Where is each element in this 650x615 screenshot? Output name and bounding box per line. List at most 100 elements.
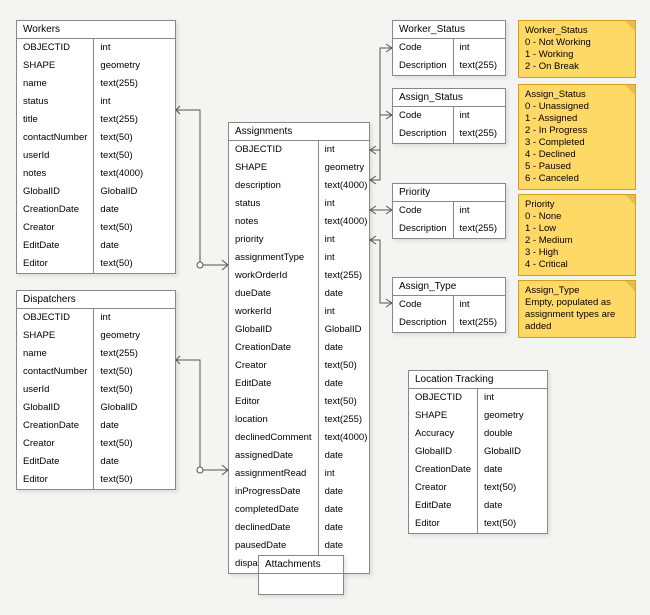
field-name: dueDate	[229, 285, 318, 303]
field-type: GlobalID	[94, 399, 146, 417]
field-name: inProgressDate	[229, 483, 318, 501]
note-line: 4 - Critical	[525, 259, 629, 271]
field-type: text(4000)	[319, 213, 374, 231]
note-line: assignment types are added	[525, 309, 629, 333]
field-type: int	[454, 107, 504, 125]
field-type: geometry	[478, 407, 530, 425]
field-type: int	[319, 141, 374, 159]
field-name: Code	[393, 296, 453, 314]
field-name: assignedDate	[229, 447, 318, 465]
note-line: 5 - Paused	[525, 161, 629, 173]
field-type: text(50)	[94, 363, 146, 381]
field-type: text(255)	[454, 57, 504, 75]
entity-title: Assign_Type	[393, 278, 505, 296]
field-type: int	[319, 249, 374, 267]
field-name: status	[17, 93, 93, 111]
field-type: double	[478, 425, 530, 443]
note-line: 2 - Medium	[525, 235, 629, 247]
note-assign-type: Assign_Type Empty, populated asassignmen…	[518, 280, 636, 338]
field-type: text(50)	[94, 219, 149, 237]
entity-title: Workers	[17, 21, 175, 39]
field-name: CreationDate	[229, 339, 318, 357]
field-type: date	[478, 461, 530, 479]
note-line: 2 - In Progress	[525, 125, 629, 137]
field-name: SHAPE	[409, 407, 477, 425]
field-type: int	[478, 389, 530, 407]
field-name: Description	[393, 57, 453, 75]
entity-attachments: Attachments	[258, 555, 344, 595]
entity-title: Assign_Status	[393, 89, 505, 107]
field-name: name	[17, 345, 93, 363]
entity-title: Attachments	[259, 556, 343, 574]
field-name: CreationDate	[409, 461, 477, 479]
field-type: geometry	[94, 327, 146, 345]
field-type: date	[319, 339, 374, 357]
field-type: date	[478, 497, 530, 515]
entity-title: Assignments	[229, 123, 369, 141]
field-name: notes	[229, 213, 318, 231]
field-name: workOrderId	[229, 267, 318, 285]
field-type: GlobalID	[94, 183, 149, 201]
field-name: Creator	[409, 479, 477, 497]
entity-dispatchers: Dispatchers OBJECTIDSHAPEnamecontactNumb…	[16, 290, 176, 490]
field-type: date	[319, 447, 374, 465]
note-priority: Priority 0 - None1 - Low2 - Medium3 - Hi…	[518, 194, 636, 276]
field-name: EditDate	[17, 237, 93, 255]
field-type: int	[319, 231, 374, 249]
field-type: text(255)	[94, 111, 149, 129]
field-type: text(255)	[319, 411, 374, 429]
field-type: int	[94, 93, 149, 111]
field-name: OBJECTID	[17, 309, 93, 327]
entity-title: Priority	[393, 184, 505, 202]
field-type: int	[454, 202, 504, 220]
field-type: int	[319, 303, 374, 321]
field-name: Code	[393, 39, 453, 57]
field-name: userId	[17, 381, 93, 399]
field-name: title	[17, 111, 93, 129]
field-type: text(50)	[478, 479, 530, 497]
entity-title: Dispatchers	[17, 291, 175, 309]
field-type: int	[319, 195, 374, 213]
field-type: text(50)	[94, 147, 149, 165]
field-name: GlobalID	[17, 399, 93, 417]
field-name: Editor	[17, 255, 93, 273]
field-type: date	[94, 201, 149, 219]
field-name: GlobalID	[229, 321, 318, 339]
field-name: GlobalID	[17, 183, 93, 201]
entity-priority: Priority CodeDescriptioninttext(255)	[392, 183, 506, 239]
field-type: text(255)	[94, 345, 146, 363]
note-worker-status: Worker_Status 0 - Not Working1 - Working…	[518, 20, 636, 78]
entity-worker-status: Worker_Status CodeDescriptioninttext(255…	[392, 20, 506, 76]
entity-location-tracking: Location Tracking OBJECTIDSHAPEAccuracyG…	[408, 370, 548, 534]
note-line: 6 - Canceled	[525, 173, 629, 185]
entity-assign-type: Assign_Type CodeDescriptioninttext(255)	[392, 277, 506, 333]
field-name: SHAPE	[17, 57, 93, 75]
field-name: SHAPE	[229, 159, 318, 177]
field-name: Description	[393, 125, 453, 143]
field-name: OBJECTID	[409, 389, 477, 407]
field-type: text(50)	[94, 435, 146, 453]
field-type: date	[319, 375, 374, 393]
note-line: 1 - Working	[525, 49, 629, 61]
field-type: date	[319, 519, 374, 537]
field-type: date	[94, 237, 149, 255]
field-name: EditDate	[409, 497, 477, 515]
field-type: text(50)	[319, 393, 374, 411]
field-name: SHAPE	[17, 327, 93, 345]
field-type: text(50)	[478, 515, 530, 533]
field-name: contactNumber	[17, 129, 93, 147]
field-name: status	[229, 195, 318, 213]
field-type: int	[454, 296, 504, 314]
field-name: userId	[17, 147, 93, 165]
field-name: workerId	[229, 303, 318, 321]
field-type: geometry	[319, 159, 374, 177]
field-name: contactNumber	[17, 363, 93, 381]
field-name: Creator	[17, 435, 93, 453]
field-type: date	[94, 453, 146, 471]
field-name: OBJECTID	[229, 141, 318, 159]
field-type: date	[319, 483, 374, 501]
field-type: int	[94, 309, 146, 327]
field-name: OBJECTID	[17, 39, 93, 57]
field-type: text(255)	[454, 314, 504, 332]
field-type: text(255)	[454, 220, 504, 238]
